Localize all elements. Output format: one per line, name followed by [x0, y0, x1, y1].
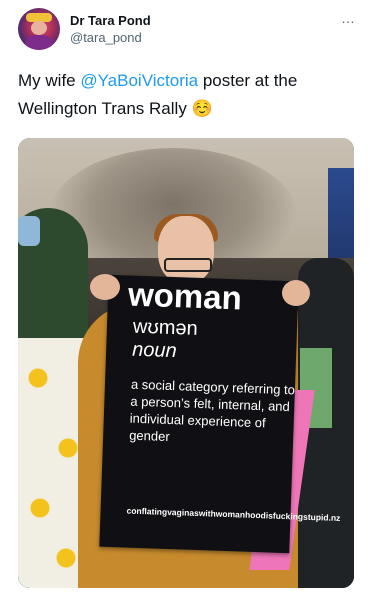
photo-face-mask: [18, 216, 40, 246]
tweet-photo[interactable]: woman wʊmən noun a social category refer…: [18, 138, 354, 588]
photo-glasses: [164, 258, 212, 272]
poster-pronunciation: wʊmən: [132, 315, 199, 340]
more-options-icon[interactable]: …: [341, 10, 356, 26]
poster-part-of-speech: noun: [131, 338, 178, 363]
author-name[interactable]: Dr Tara Pond: [70, 13, 151, 28]
poster-definition: a social category referring to a person’…: [128, 376, 296, 444]
poster: woman wʊmən noun a social category refer…: [99, 274, 341, 554]
photo-head: [158, 216, 214, 284]
tweet-text-prefix: My wife: [18, 71, 81, 90]
poster-word: woman: [127, 275, 243, 317]
tweet-text: My wife @YaBoiVictoria poster at the Wel…: [18, 67, 358, 123]
author-handle[interactable]: @tara_pond: [70, 30, 142, 45]
tweet: Dr Tara Pond @tara_pond … My wife @YaBoi…: [0, 0, 372, 600]
poster-tagline: conflatingvaginaswithwomanhoodisfuckings…: [126, 505, 341, 523]
avatar[interactable]: [18, 8, 60, 50]
photo-right-hand: [282, 280, 310, 306]
mention-link[interactable]: @YaBoiVictoria: [80, 71, 198, 90]
photo-left-hand: [90, 274, 120, 300]
avatar-face: [31, 21, 47, 35]
avatar-body: [25, 35, 53, 50]
